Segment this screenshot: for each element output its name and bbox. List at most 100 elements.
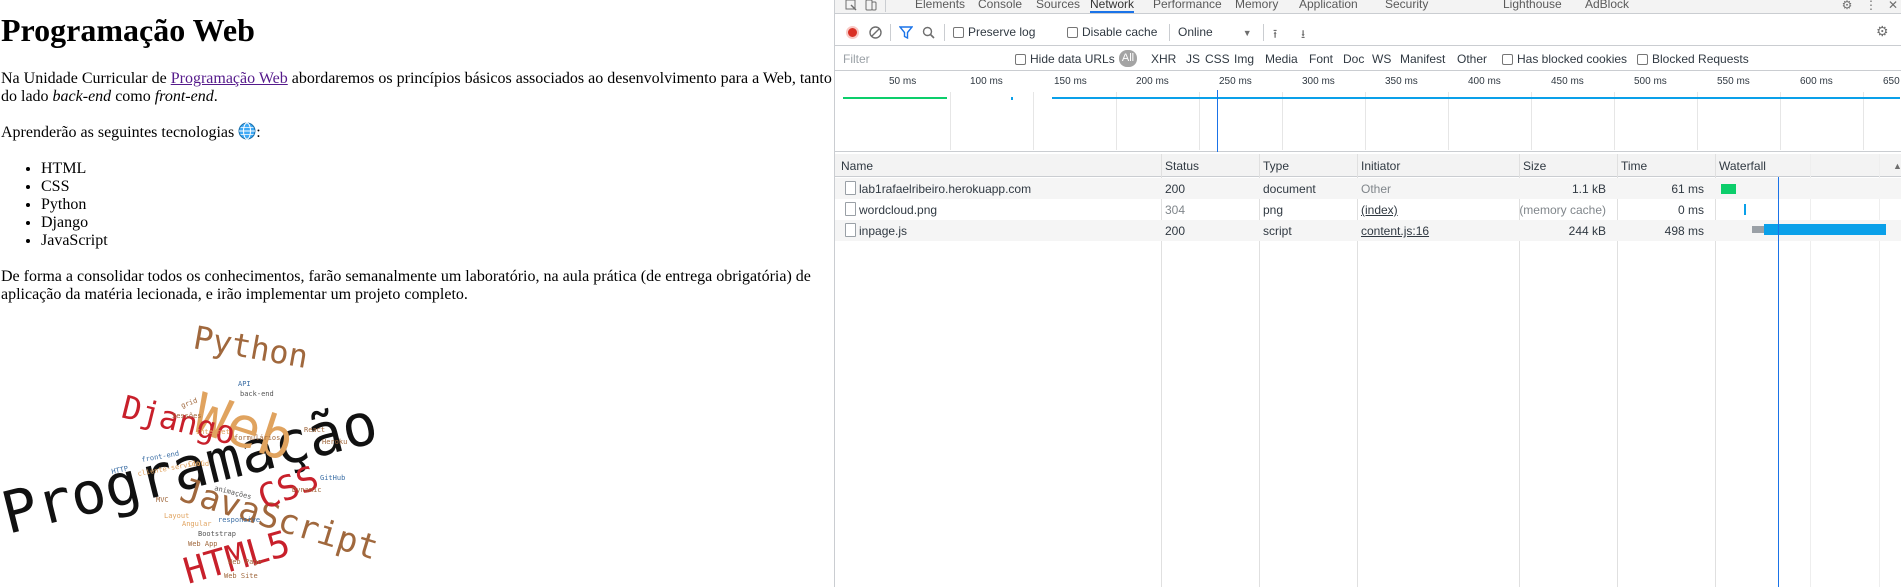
clear-icon[interactable] (869, 26, 882, 39)
throttling-select[interactable]: Online ▼ (1178, 25, 1252, 39)
checkbox-box[interactable] (1067, 27, 1078, 38)
wordcloud-word: Web Page (228, 558, 262, 566)
request-size: 244 kB (1568, 224, 1606, 238)
disable-cache-checkbox[interactable]: Disable cache (1067, 25, 1157, 39)
wordcloud-word: GitHub (320, 474, 345, 482)
wordcloud-word: formulários (234, 434, 280, 442)
grid-line (1282, 92, 1283, 150)
close-icon[interactable]: ✕ (1887, 0, 1899, 11)
programacao-web-link[interactable]: Programação Web (171, 70, 288, 87)
checkbox-box[interactable] (953, 27, 964, 38)
has-blocked-cookies-label: Has blocked cookies (1517, 52, 1628, 66)
request-initiator-link[interactable]: content.js:16 (1361, 224, 1429, 238)
intro-text: Na Unidade Curricular de (1, 70, 171, 87)
preserve-log-label: Preserve log (968, 25, 1036, 39)
intro-text-mid: como (111, 88, 155, 105)
learn-paragraph: Aprenderão as seguintes tecnologias : (1, 122, 833, 142)
column-waterfall[interactable]: Waterfall (1719, 159, 1766, 173)
filter-all-button[interactable]: All (1119, 50, 1137, 67)
preserve-log-checkbox[interactable]: Preserve log (953, 25, 1035, 39)
divider (885, 0, 886, 12)
overview-img-bar (1011, 97, 1013, 100)
filter-css[interactable]: CSS (1205, 52, 1230, 66)
overview-tick: 550 ms (1717, 76, 1750, 87)
filter-ws[interactable]: WS (1372, 52, 1391, 66)
list-item: Python (41, 196, 833, 214)
blocked-requests-checkbox[interactable]: Blocked Requests (1637, 52, 1749, 66)
import-icon[interactable]: ⭱ (1273, 25, 1277, 46)
overview-tick: 450 ms (1551, 76, 1584, 87)
devtools-tabbar: Elements Console Sources Network Perform… (835, 0, 1901, 14)
checkbox-box[interactable] (1502, 54, 1513, 65)
more-icon[interactable]: ⋮ (1865, 0, 1877, 11)
filter-img[interactable]: Img (1234, 52, 1254, 66)
wordcloud-word: Bootstrap (198, 530, 236, 538)
column-status[interactable]: Status (1165, 159, 1199, 173)
filter-bar: Filter Hide data URLs All XHR JS CSS Img… (835, 47, 1901, 71)
filter-other[interactable]: Other (1457, 52, 1487, 66)
request-size: 1.1 kB (1571, 182, 1606, 196)
tab-sources[interactable]: Sources (1036, 0, 1080, 11)
filter-xhr[interactable]: XHR (1151, 52, 1176, 66)
hide-data-urls-checkbox[interactable]: Hide data URLs (1015, 52, 1115, 66)
intro-paragraph: Na Unidade Curricular de Programação Web… (1, 70, 833, 106)
learn-text: Aprenderão as seguintes tecnologias (1, 124, 239, 141)
filter-manifest[interactable]: Manifest (1400, 52, 1445, 66)
settings-icon[interactable]: ⚙ (1841, 0, 1853, 11)
timeline-overview[interactable]: 50 ms 100 ms 150 ms 200 ms 250 ms 300 ms… (835, 72, 1901, 152)
tab-adblock[interactable]: AdBlock (1585, 0, 1629, 11)
overview-tick: 250 ms (1219, 76, 1252, 87)
load-marker-line (1217, 90, 1218, 152)
overview-tick: 400 ms (1468, 76, 1501, 87)
column-type[interactable]: Type (1263, 159, 1289, 173)
filter-input[interactable]: Filter (839, 50, 1009, 68)
tab-security[interactable]: Security (1385, 0, 1428, 11)
column-size[interactable]: Size (1523, 159, 1546, 173)
divider (890, 24, 891, 41)
blocked-requests-label: Blocked Requests (1652, 52, 1749, 66)
table-row[interactable]: lab1rafaelribeiro.herokuapp.com 200 docu… (835, 178, 1901, 199)
filter-doc[interactable]: Doc (1343, 52, 1364, 66)
wordcloud-word: MVC (156, 496, 169, 504)
filter-js[interactable]: JS (1186, 52, 1200, 66)
search-icon[interactable] (922, 26, 935, 39)
overview-tick: 200 ms (1136, 76, 1169, 87)
export-icon[interactable]: ⭳ (1301, 25, 1305, 46)
tab-elements[interactable]: Elements (915, 0, 965, 11)
overview-doc-bar (843, 97, 947, 99)
wordcloud-word: Python (191, 322, 311, 376)
request-time: 61 ms (1671, 182, 1704, 196)
device-toolbar-icon[interactable] (865, 0, 877, 11)
grid-line (1863, 92, 1864, 150)
request-size: (memory cache) (1519, 203, 1606, 217)
tab-application[interactable]: Application (1299, 0, 1358, 11)
list-item: Django (41, 214, 833, 232)
load-marker-line (1778, 177, 1779, 587)
request-status: 200 (1165, 182, 1186, 196)
has-blocked-cookies-checkbox[interactable]: Has blocked cookies (1502, 52, 1627, 66)
tab-performance[interactable]: Performance (1153, 0, 1222, 11)
checkbox-box[interactable] (1637, 54, 1648, 65)
filter-font[interactable]: Font (1309, 52, 1333, 66)
column-name[interactable]: Name (841, 159, 873, 173)
inspect-icon[interactable] (845, 0, 857, 11)
filter-icon[interactable] (899, 26, 913, 39)
filter-media[interactable]: Media (1265, 52, 1298, 66)
tab-lighthouse[interactable]: Lighthouse (1503, 0, 1562, 11)
request-initiator-link[interactable]: (index) (1361, 203, 1398, 217)
tab-network[interactable]: Network (1090, 0, 1135, 13)
overview-tick: 50 ms (889, 76, 917, 87)
record-icon[interactable] (846, 26, 859, 39)
column-initiator[interactable]: Initiator (1361, 159, 1400, 173)
column-time[interactable]: Time (1621, 159, 1647, 173)
request-type: document (1263, 182, 1316, 196)
network-settings-icon[interactable]: ⚙ (1876, 23, 1889, 40)
checkbox-box[interactable] (1015, 54, 1026, 65)
tab-memory[interactable]: Memory (1235, 0, 1278, 11)
wordcloud-word: Web App (188, 540, 218, 548)
table-row[interactable]: inpage.js 200 script content.js:16 244 k… (835, 220, 1901, 241)
table-row[interactable]: wordcloud.png 304 png (index) (memory ca… (835, 199, 1901, 220)
wordcloud-word: back-end (240, 390, 274, 398)
tab-console[interactable]: Console (978, 0, 1022, 11)
closing-paragraph: De forma a consolidar todos os conhecime… (1, 268, 811, 303)
